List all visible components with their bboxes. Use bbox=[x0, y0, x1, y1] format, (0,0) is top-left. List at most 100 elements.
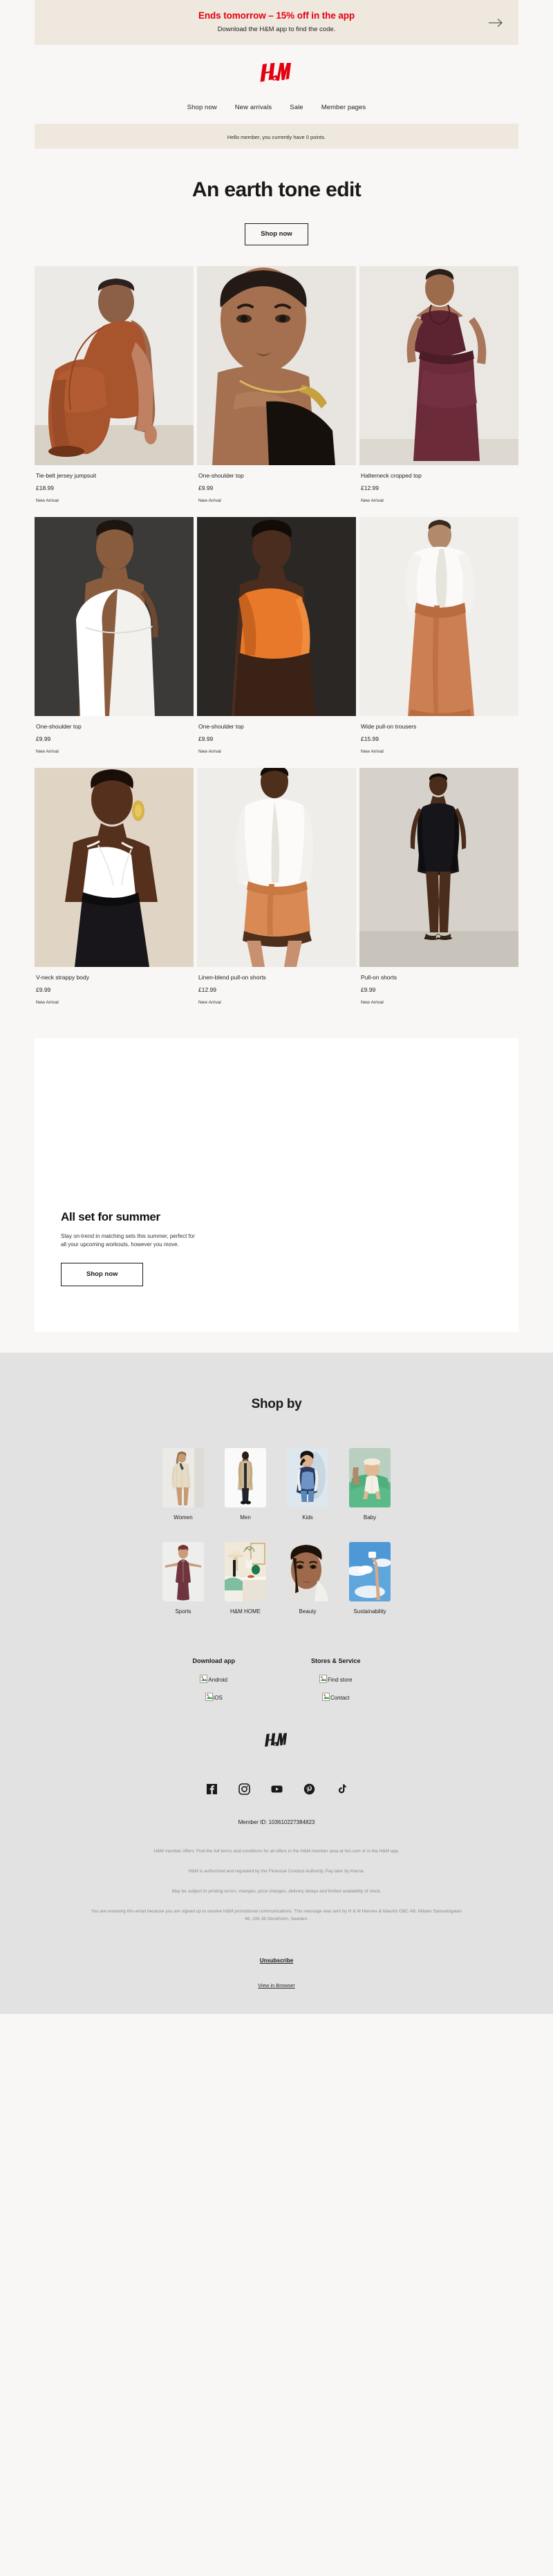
category-card-women[interactable]: Women bbox=[162, 1448, 204, 1521]
product-name: Linen-blend pull-on shorts bbox=[198, 974, 266, 981]
product-image-halterneck-cropped-top[interactable] bbox=[359, 266, 518, 465]
product-card[interactable]: Linen-blend pull-on shorts £12.99 New Ar… bbox=[197, 768, 356, 1006]
product-image-wide-pull-on-trousers[interactable] bbox=[359, 517, 518, 716]
shop-by-grid-row-1: Women Men Kids Baby bbox=[0, 1448, 553, 1521]
category-card-kids[interactable]: Kids bbox=[287, 1448, 328, 1521]
category-label: Baby bbox=[363, 1514, 377, 1521]
broken-image-icon bbox=[319, 1675, 327, 1683]
pinterest-icon[interactable] bbox=[303, 1783, 315, 1795]
product-card[interactable]: Pull-on shorts £9.99 New Arrival bbox=[359, 768, 518, 1006]
category-image-sustainability[interactable] bbox=[349, 1542, 391, 1601]
product-price: £9.99 bbox=[36, 735, 51, 742]
product-card[interactable]: Wide pull-on trousers £15.99 New Arrival bbox=[359, 517, 518, 755]
category-image-baby[interactable] bbox=[349, 1448, 391, 1507]
category-card-sustainability[interactable]: Sustainability bbox=[349, 1542, 391, 1615]
product-tag: New Arrival bbox=[361, 749, 384, 754]
social-links bbox=[0, 1783, 553, 1795]
hero-shop-now-button[interactable]: Shop now bbox=[245, 223, 308, 245]
member-points-text: Hello member, you currently have 0 point… bbox=[227, 134, 326, 140]
footer-link-contact[interactable]: Contact bbox=[311, 1693, 361, 1701]
shop-by-title: Shop by bbox=[251, 1397, 302, 1411]
category-image-sports[interactable] bbox=[162, 1542, 204, 1601]
legal-paragraph: H&M is authorized and regulated by the F… bbox=[188, 1869, 365, 1874]
product-card[interactable]: Tie-belt jersey jumpsuit £18.99 New Arri… bbox=[35, 266, 194, 505]
category-image-women[interactable] bbox=[162, 1448, 204, 1507]
hm-logo[interactable] bbox=[259, 63, 294, 85]
category-label: Sustainability bbox=[353, 1608, 386, 1615]
nav-item-new-arrivals[interactable]: New arrivals bbox=[235, 104, 272, 111]
page-bottom-spacer bbox=[0, 2014, 553, 2032]
product-price: £12.99 bbox=[361, 485, 379, 491]
member-points-strip: Hello member, you currently have 0 point… bbox=[35, 124, 518, 149]
nav-item-shop-now[interactable]: Shop now bbox=[187, 104, 217, 111]
category-label: Women bbox=[174, 1514, 193, 1521]
product-name: V-neck strappy body bbox=[36, 974, 90, 981]
product-image-one-shoulder-top-orange[interactable] bbox=[197, 517, 356, 716]
footer-column-stores-service: Stores & Service Find store Contact bbox=[311, 1657, 361, 1701]
product-info: Pull-on shorts £9.99 New Arrival bbox=[359, 967, 518, 1006]
product-info: One-shoulder top £9.99 New Arrival bbox=[35, 716, 194, 755]
product-tag: New Arrival bbox=[198, 1000, 221, 1005]
youtube-icon[interactable] bbox=[271, 1783, 283, 1795]
product-name: One-shoulder top bbox=[36, 723, 82, 730]
product-image-linen-blend-pull-on-shorts[interactable] bbox=[197, 768, 356, 967]
tiktok-icon[interactable] bbox=[336, 1783, 348, 1795]
product-price: £18.99 bbox=[36, 485, 54, 491]
category-label: Sports bbox=[175, 1608, 191, 1615]
product-image-one-shoulder-top[interactable] bbox=[197, 266, 356, 465]
category-label: H&M HOME bbox=[230, 1608, 261, 1615]
product-card[interactable]: One-shoulder top £9.99 New Arrival bbox=[35, 517, 194, 755]
promo-banner[interactable]: Ends tomorrow – 15% off in the app Downl… bbox=[35, 0, 518, 45]
product-name: Pull-on shorts bbox=[361, 974, 397, 981]
footer-link-ios[interactable]: iOS bbox=[192, 1693, 235, 1701]
product-image-pull-on-shorts[interactable] bbox=[359, 768, 518, 967]
product-card[interactable]: Halterneck cropped top £12.99 New Arriva… bbox=[359, 266, 518, 505]
footer-link-columns: Download app Android iOS Stores & Servic… bbox=[0, 1657, 553, 1701]
view-in-browser-link[interactable]: View in Browser bbox=[258, 1982, 295, 1989]
category-image-beauty[interactable] bbox=[287, 1542, 328, 1601]
footer-link-android[interactable]: Android bbox=[192, 1675, 235, 1683]
product-image-v-neck-strappy-body[interactable] bbox=[35, 768, 194, 967]
product-tag: New Arrival bbox=[36, 498, 59, 503]
category-card-beauty[interactable]: Beauty bbox=[287, 1542, 328, 1615]
product-grid-row-3: V-neck strappy body £9.99 New Arrival Li… bbox=[35, 768, 518, 1006]
facebook-icon[interactable] bbox=[206, 1783, 218, 1795]
product-image-tie-belt-jersey-jumpsuit[interactable] bbox=[35, 266, 194, 465]
product-image-one-shoulder-top-white[interactable] bbox=[35, 517, 194, 716]
promo-banner-title: Ends tomorrow – 15% off in the app bbox=[198, 10, 355, 21]
product-grid-row-2: One-shoulder top £9.99 New Arrival One-s… bbox=[35, 517, 518, 755]
broken-image-icon bbox=[321, 1693, 330, 1701]
all-set-for-summer-card[interactable]: All set for summer Stay on-trend in matc… bbox=[35, 1038, 518, 1332]
arrow-right-icon[interactable] bbox=[488, 18, 503, 28]
email-page: Ends tomorrow – 15% off in the app Downl… bbox=[0, 0, 553, 2032]
product-name: Halterneck cropped top bbox=[361, 472, 422, 479]
category-image-men[interactable] bbox=[225, 1448, 266, 1507]
promo-card-shop-now-button[interactable]: Shop now bbox=[61, 1263, 144, 1286]
nav-item-member-pages[interactable]: Member pages bbox=[321, 104, 366, 111]
category-card-hm-home[interactable]: H&M HOME bbox=[225, 1542, 266, 1615]
shop-by-grid-row-2: Sports H&M HOME Beauty Sustainability bbox=[0, 1542, 553, 1615]
footer-column-heading: Download app bbox=[192, 1657, 235, 1664]
footer-link-find-store[interactable]: Find store bbox=[311, 1675, 361, 1683]
product-price: £9.99 bbox=[36, 986, 51, 993]
header-logo-area bbox=[0, 45, 553, 88]
promo-card-section: All set for summer Stay on-trend in matc… bbox=[0, 1019, 553, 1353]
category-image-hm-home[interactable] bbox=[225, 1542, 266, 1601]
product-card[interactable]: V-neck strappy body £9.99 New Arrival bbox=[35, 768, 194, 1006]
category-label: Men bbox=[240, 1514, 251, 1521]
footer-hm-logo[interactable] bbox=[264, 1733, 289, 1752]
product-card[interactable]: One-shoulder top £9.99 New Arrival bbox=[197, 517, 356, 755]
product-card[interactable]: One-shoulder top £9.99 New Arrival bbox=[197, 266, 356, 505]
category-image-kids[interactable] bbox=[287, 1448, 328, 1507]
broken-image-icon bbox=[200, 1675, 208, 1683]
nav-item-sale[interactable]: Sale bbox=[290, 104, 303, 111]
instagram-icon[interactable] bbox=[238, 1783, 250, 1795]
product-price: £9.99 bbox=[198, 485, 214, 491]
category-card-baby[interactable]: Baby bbox=[349, 1448, 391, 1521]
member-id-value: 103610227384823 bbox=[268, 1819, 315, 1825]
category-card-sports[interactable]: Sports bbox=[162, 1542, 204, 1615]
legal-paragraph: H&M member offers: Find the full terms a… bbox=[153, 1849, 400, 1854]
product-info: V-neck strappy body £9.99 New Arrival bbox=[35, 967, 194, 1006]
category-card-men[interactable]: Men bbox=[225, 1448, 266, 1521]
unsubscribe-link[interactable]: Unsubscribe bbox=[260, 1957, 293, 1964]
